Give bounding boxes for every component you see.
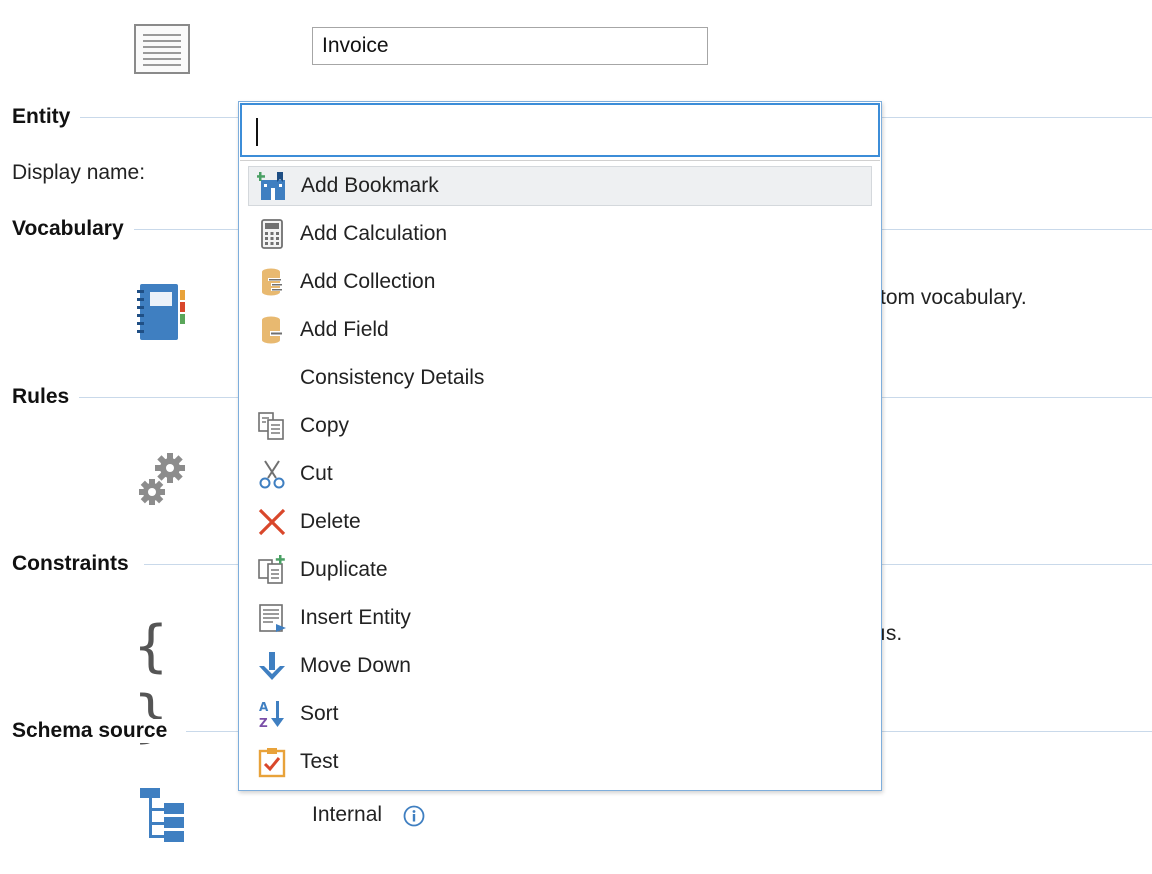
schema-tree-icon	[138, 786, 188, 844]
section-title-entity: Entity	[12, 105, 81, 129]
collection-icon	[256, 266, 288, 298]
vocabulary-description: tom vocabulary.	[880, 286, 1027, 309]
constraints-description: ıs.	[880, 622, 903, 645]
section-title-vocabulary: Vocabulary	[12, 217, 134, 241]
menu-item-label: Delete	[300, 510, 361, 533]
menu-item-label: Move Down	[300, 654, 411, 677]
section-title-rules: Rules	[12, 385, 80, 409]
arrow-down-icon	[256, 650, 288, 682]
entity-name-input[interactable]: Invoice	[312, 27, 708, 65]
bookmark-icon	[257, 170, 289, 202]
duplicate-icon	[256, 554, 288, 586]
popup-search-input[interactable]	[240, 103, 880, 157]
menu-item-add-calculation[interactable]: Add Calculation	[248, 214, 872, 254]
menu-item-label: Add Calculation	[300, 222, 448, 245]
menu-item-add-bookmark[interactable]: Add Bookmark	[248, 166, 872, 206]
calculator-icon	[256, 218, 288, 250]
text-caret	[256, 118, 258, 146]
menu-item-label: Sort	[300, 702, 339, 725]
menu-item-label: Copy	[300, 414, 350, 437]
command-popup: Add Bookmark Add Calculation Add Collect…	[238, 101, 882, 791]
constraints-braces-icon: { }	[134, 614, 168, 749]
menu-item-move-down[interactable]: Move Down	[248, 646, 872, 686]
insert-entity-icon	[256, 602, 288, 634]
menu-item-label: Add Collection	[300, 270, 436, 293]
empty-icon-slot	[256, 362, 288, 394]
entity-document-icon	[134, 24, 190, 74]
menu-item-add-collection[interactable]: Add Collection	[248, 262, 872, 302]
menu-item-insert-entity[interactable]: Insert Entity	[248, 598, 872, 638]
menu-item-label: Consistency Details	[300, 366, 485, 389]
test-clipboard-icon	[256, 746, 288, 778]
sort-az-icon: A Z	[256, 698, 288, 730]
menu-item-add-field[interactable]: Add Field	[248, 310, 872, 350]
menu-item-label: Test	[300, 750, 339, 773]
svg-text:A: A	[259, 700, 269, 714]
menu-item-delete[interactable]: Delete	[248, 502, 872, 542]
delete-x-icon	[256, 506, 288, 538]
vocabulary-book-icon	[136, 282, 188, 342]
popup-separator	[240, 160, 880, 161]
menu-item-consistency-details[interactable]: Consistency Details	[248, 358, 872, 398]
menu-item-label: Insert Entity	[300, 606, 411, 629]
schema-source-value: Internal	[312, 803, 383, 826]
menu-item-duplicate[interactable]: Duplicate	[248, 550, 872, 590]
menu-item-label: Add Bookmark	[301, 174, 439, 197]
menu-item-label: Duplicate	[300, 558, 388, 581]
menu-item-test[interactable]: Test	[248, 742, 872, 782]
menu-item-sort[interactable]: A Z Sort	[248, 694, 872, 734]
menu-item-label: Cut	[300, 462, 333, 485]
menu-item-cut[interactable]: Cut	[248, 454, 872, 494]
menu-item-copy[interactable]: Copy	[248, 406, 872, 446]
info-icon[interactable]	[403, 805, 425, 827]
svg-text:Z: Z	[259, 716, 268, 730]
field-icon	[256, 314, 288, 346]
display-name-label: Display name:	[12, 161, 146, 184]
copy-icon	[256, 410, 288, 442]
command-menu: Add Bookmark Add Calculation Add Collect…	[248, 166, 872, 790]
section-title-schema-source: Schema source	[12, 719, 178, 743]
menu-item-label: Add Field	[300, 318, 389, 341]
scissors-icon	[256, 458, 288, 490]
rules-gears-icon	[136, 450, 188, 508]
section-title-constraints: Constraints	[12, 552, 139, 576]
